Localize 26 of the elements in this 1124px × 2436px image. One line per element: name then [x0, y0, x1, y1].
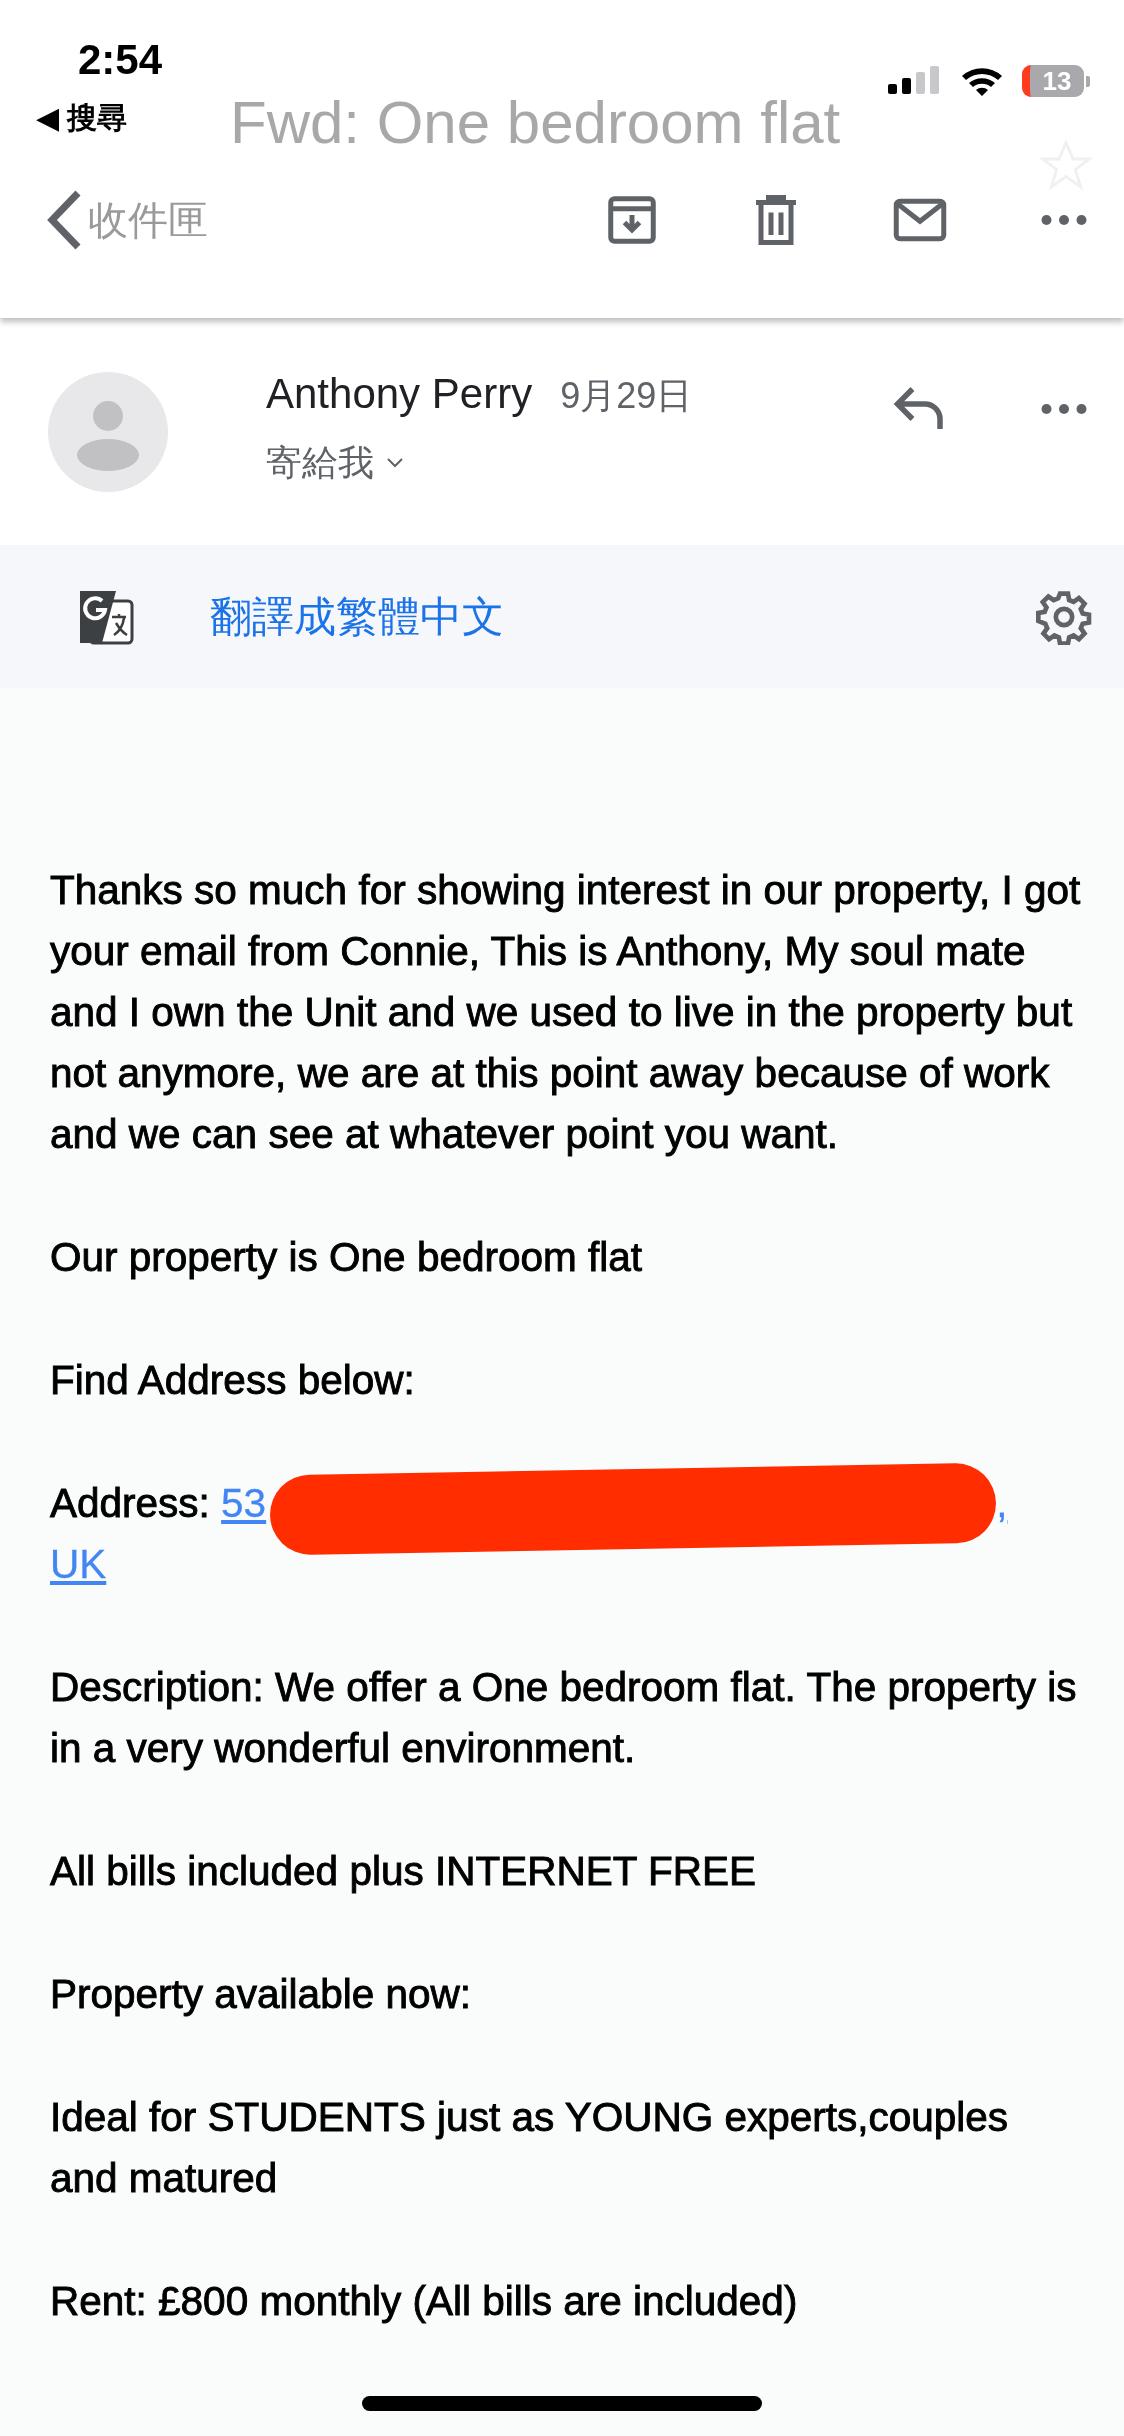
signal-icon: [888, 66, 942, 96]
address-link[interactable]: UK: [50, 1541, 107, 1587]
more-icon[interactable]: [1041, 403, 1087, 414]
status-time: 2:54: [78, 36, 163, 84]
recipient-dropdown[interactable]: 寄給我: [266, 438, 890, 488]
body-paragraph: Our property is One bedroom flat: [50, 1233, 644, 1282]
faded-title: Fwd: One bedroom flat: [230, 88, 841, 157]
body-paragraph: Description: We offer a One bedroom flat. The property is in a very wonderful environment.: [50, 1663, 1078, 1773]
body-paragraph: Thanks so much for showing interest in our property, I got your email from Connie, This is Anthony, My soul mate and I own the Unit and we used to live in the property but not anymore, we are at this point away because of work and we can see at whatever point you want.: [50, 866, 1082, 1159]
address-link[interactable]: 53: [221, 1480, 267, 1526]
more-icon[interactable]: [1041, 215, 1087, 225]
body-paragraph: Find Address below:: [50, 1356, 416, 1405]
wifi-icon: [960, 65, 1004, 97]
back-to-app-link[interactable]: ◀ 搜尋: [36, 98, 128, 139]
sent-date: 9月29日: [560, 373, 693, 418]
sender-name: Anthony Perry: [266, 369, 533, 418]
body-paragraph: Rent: £800 monthly (All bills are included): [50, 2277, 799, 2326]
body-paragraph: Ideal for STUDENTS just as YOUNG experts,couples and matured: [50, 2093, 1010, 2203]
avatar-icon: [48, 371, 168, 492]
back-label[interactable]: 收件匣: [80, 192, 216, 248]
address-link[interactable]: ,: [996, 1480, 1008, 1526]
address-label: Address:: [50, 1480, 210, 1526]
chevron-down-icon[interactable]: [386, 457, 404, 469]
body-paragraph: All bills included plus INTERNET FREE: [50, 1847, 757, 1896]
settings-icon[interactable]: [1036, 588, 1092, 645]
body-paragraph: Property available now:: [50, 1970, 472, 2019]
